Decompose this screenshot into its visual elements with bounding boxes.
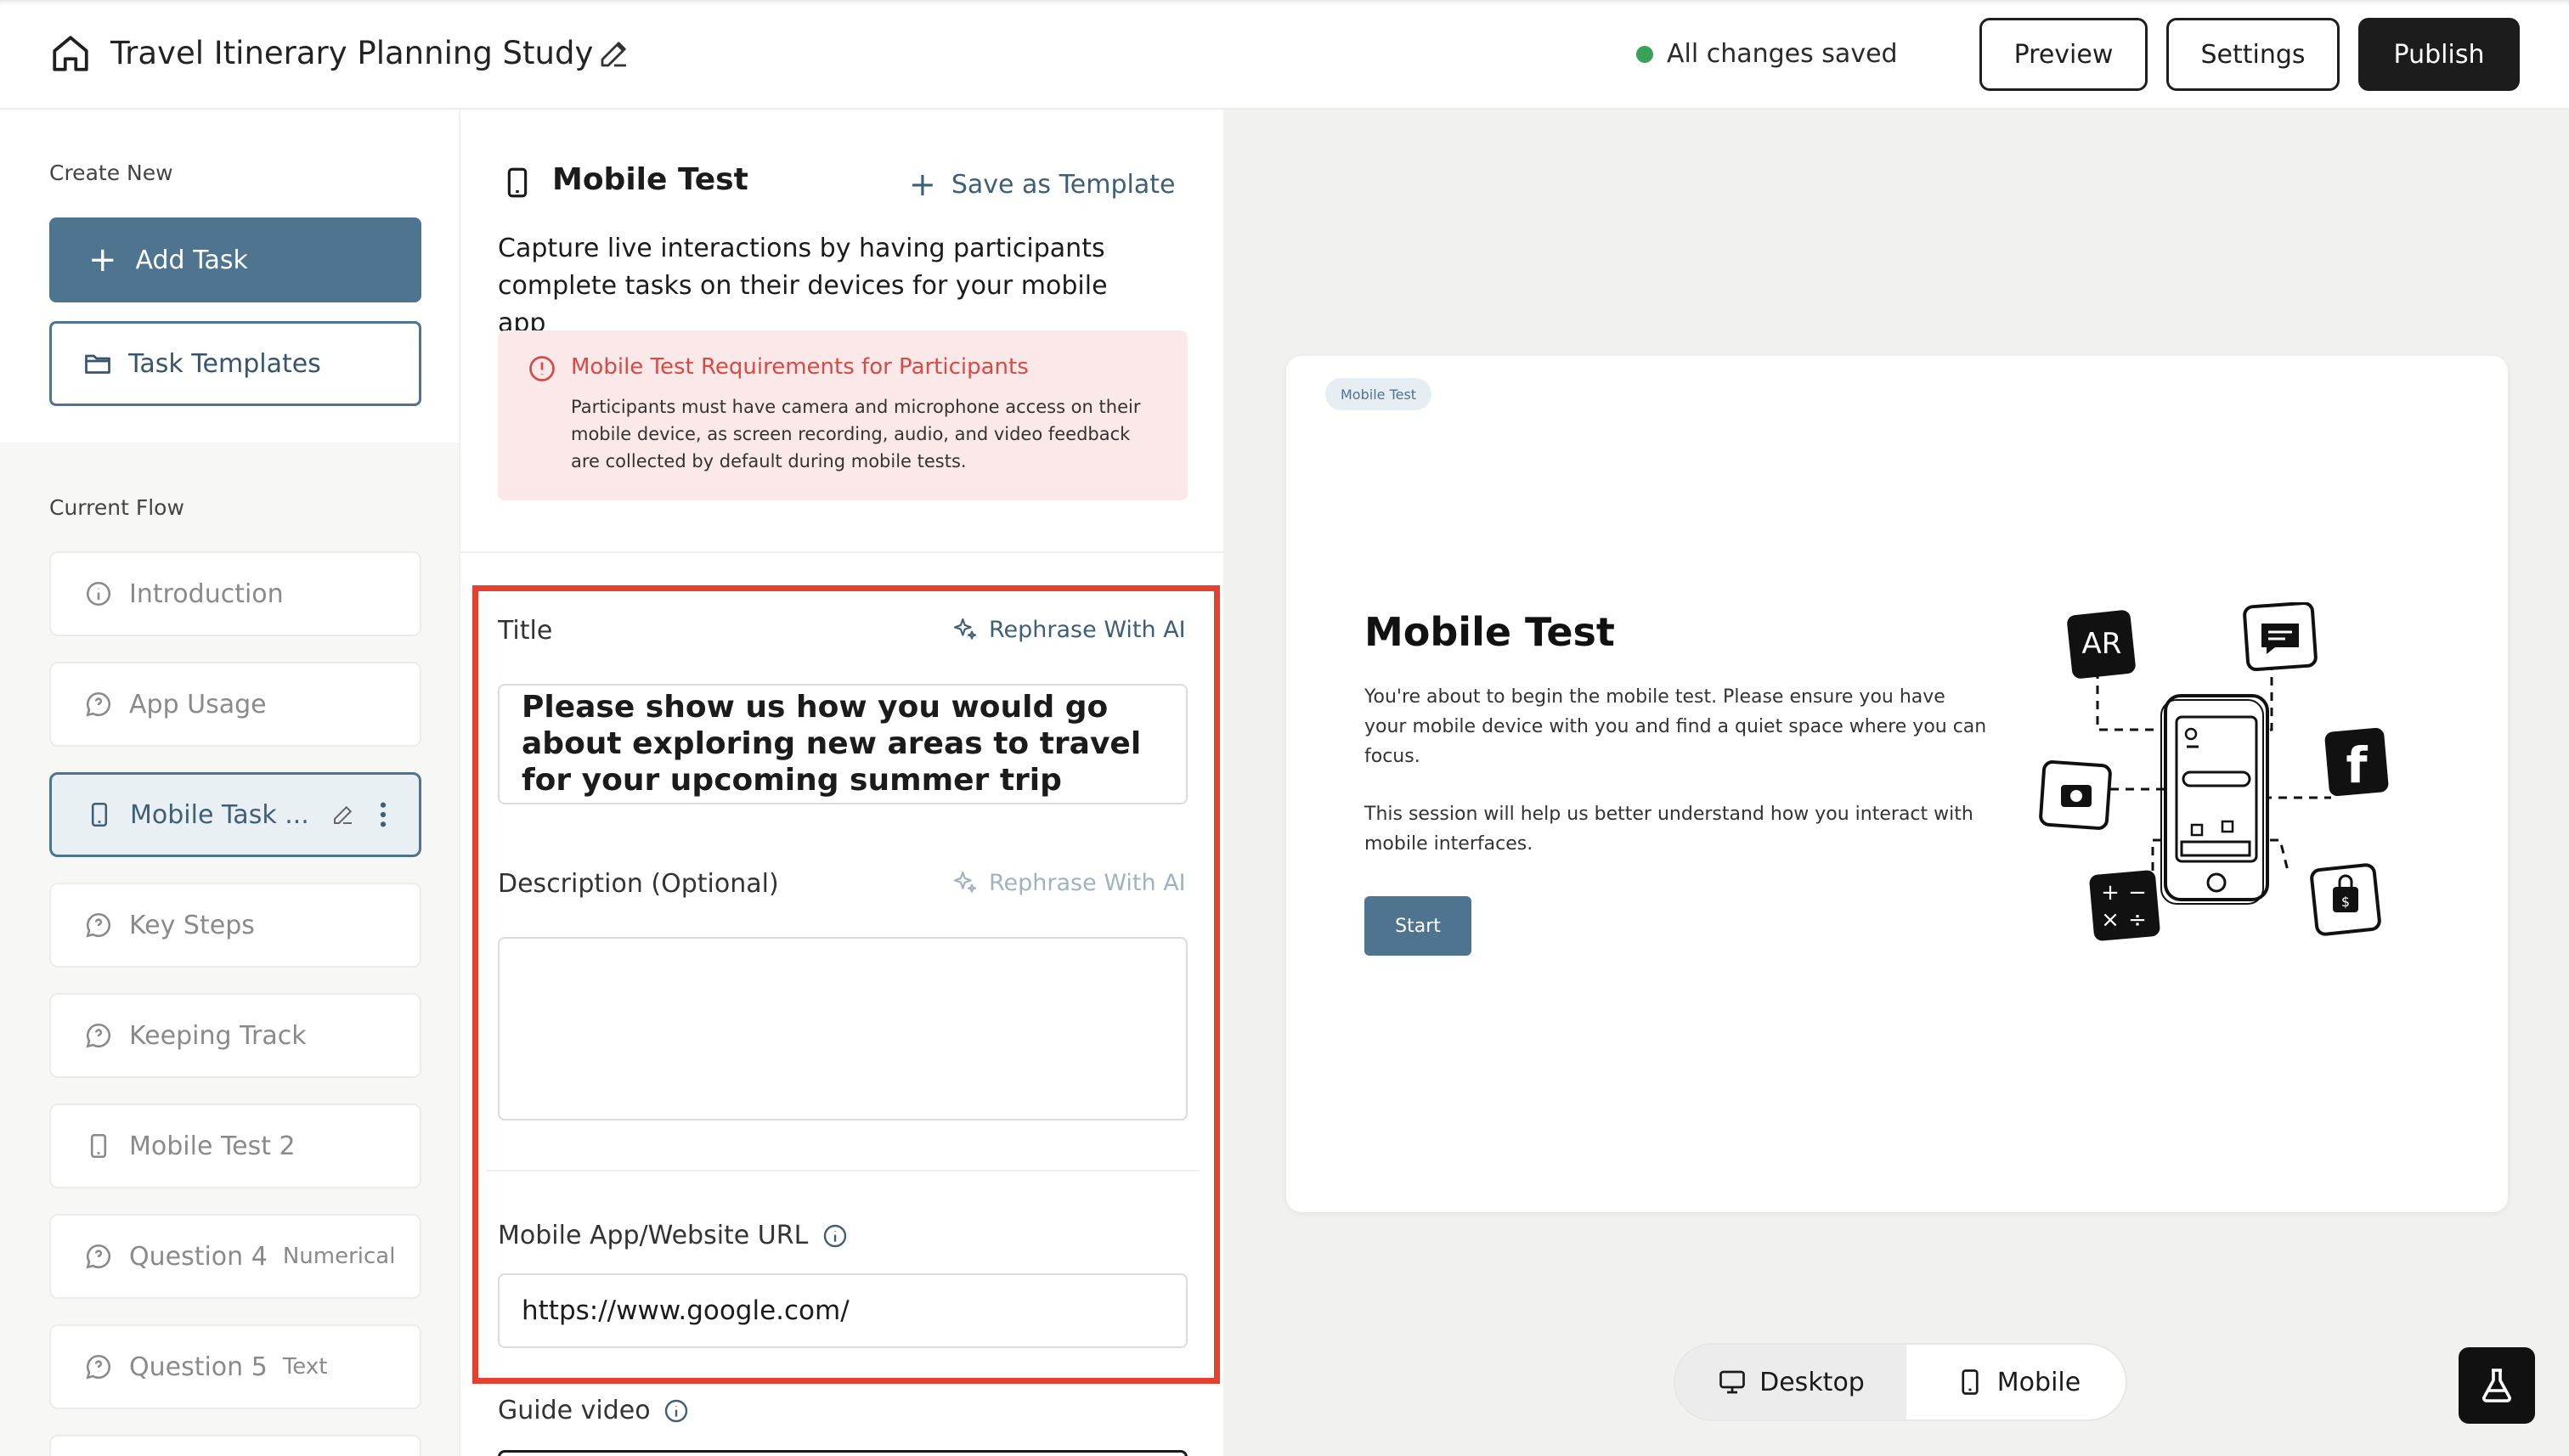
add-task-button[interactable]: + Add Task — [49, 217, 421, 302]
task-templates-button[interactable]: Task Templates — [49, 321, 421, 406]
flow-item-label: Keeping Track — [129, 1020, 307, 1051]
ar-app-icon: AR — [2067, 610, 2136, 679]
svg-text:$: $ — [2341, 894, 2350, 910]
guide-video-upload[interactable] — [498, 1450, 1188, 1456]
question-bubble-icon — [82, 1019, 116, 1052]
mobile-icon — [500, 163, 535, 206]
pencil-icon[interactable] — [330, 802, 356, 834]
flow-item-mobile-test-2[interactable]: Mobile Test 2 — [49, 1103, 421, 1188]
mobile-toggle-button[interactable]: Mobile — [1906, 1345, 2126, 1419]
flow-item-label: Question 5 — [129, 1352, 268, 1382]
sidebar: Create New + Add Task Task Templates Cur… — [0, 110, 459, 1456]
preview-title: Mobile Test — [1364, 609, 1615, 655]
svg-text:+: + — [2101, 880, 2120, 906]
question-bubble-icon — [82, 687, 116, 721]
lab-flask-button[interactable] — [2459, 1347, 2535, 1424]
flask-icon — [2482, 1369, 2511, 1402]
create-new-label: Create New — [49, 161, 173, 185]
flow-item-question-4[interactable]: Question 4 Numerical — [49, 1214, 421, 1299]
shopping-bag-app-icon: $ — [2310, 863, 2381, 936]
flow-item-label: Mobile Test 2 — [129, 1131, 296, 1161]
editor-heading: Mobile Test — [552, 162, 748, 197]
pencil-icon[interactable] — [596, 36, 632, 71]
ar-app-label: AR — [2082, 627, 2122, 661]
camera-app-icon — [2039, 760, 2112, 830]
preview-badge: Mobile Test — [1325, 378, 1432, 410]
preview-paragraph: You're about to begin the mobile test. P… — [1364, 686, 1987, 767]
flow-item-mobile-task[interactable]: Mobile Task ... — [49, 772, 421, 857]
editor-description: Capture live interactions by having part… — [498, 234, 1108, 338]
flow-item-question-5[interactable]: Question 5 Text — [49, 1324, 421, 1409]
flow-item-type: Numerical — [282, 1244, 396, 1269]
task-templates-label: Task Templates — [128, 348, 321, 379]
info-icon[interactable] — [663, 1397, 690, 1425]
requirements-alert: Mobile Test Requirements for Participant… — [498, 330, 1188, 500]
flow-item-label: Key Steps — [129, 910, 255, 940]
current-flow-label: Current Flow — [49, 495, 184, 520]
home-icon[interactable] — [49, 32, 92, 75]
svg-text:f: f — [2346, 736, 2368, 794]
mobile-icon — [1962, 1369, 1979, 1395]
alert-info-icon — [527, 353, 557, 387]
flow-item-label: Mobile Task ... — [130, 799, 309, 830]
flow-item-app-usage[interactable]: App Usage — [49, 662, 421, 747]
device-toggle: Desktop Mobile — [1674, 1343, 2127, 1421]
mobile-apps-illustration: AR f + − × ÷ $ — [2039, 602, 2389, 941]
calculator-app-icon: + − × ÷ — [2089, 870, 2160, 941]
guide-video-label: Guide video — [498, 1396, 651, 1425]
mobile-icon — [82, 798, 116, 832]
mobile-icon — [82, 1129, 116, 1163]
preview-button[interactable]: Preview — [1979, 18, 2148, 91]
saved-status-dot — [1636, 46, 1653, 63]
flow-item-keeping-track[interactable]: Keeping Track — [49, 993, 421, 1078]
plus-icon: + — [88, 240, 117, 279]
save-as-template-label: Save as Template — [951, 169, 1176, 200]
publish-button[interactable]: Publish — [2358, 18, 2520, 91]
question-bubble-icon — [82, 1350, 116, 1384]
desktop-label: Desktop — [1759, 1367, 1865, 1397]
flow-item-label: Introduction — [129, 578, 284, 609]
guide-video-label-row: Guide video — [498, 1396, 690, 1425]
facebook-app-icon: f — [2324, 727, 2389, 797]
flow-item-introduction[interactable]: Introduction — [49, 551, 421, 636]
flow-item-label: Question 4 — [129, 1241, 268, 1272]
folder-icon — [85, 354, 110, 374]
flow-item-key-steps[interactable]: Key Steps — [49, 883, 421, 968]
monitor-icon — [1719, 1370, 1745, 1394]
settings-button[interactable]: Settings — [2166, 18, 2340, 91]
highlight-box — [472, 585, 1220, 1384]
add-task-label: Add Task — [135, 245, 248, 275]
requirements-body: Participants must have camera and microp… — [571, 397, 1141, 471]
desktop-toggle-button[interactable]: Desktop — [1675, 1345, 1906, 1419]
preview-area: Mobile Test Mobile Test You're about to … — [1223, 110, 2569, 1456]
save-status: All changes saved — [1667, 39, 1898, 69]
chat-app-icon — [2243, 602, 2318, 672]
flow-item-label: App Usage — [129, 689, 267, 720]
flow-item-next[interactable] — [49, 1435, 421, 1456]
question-bubble-icon — [82, 908, 116, 942]
svg-text:÷: ÷ — [2128, 907, 2147, 933]
mobile-label: Mobile — [1996, 1367, 2081, 1397]
save-as-template-button[interactable]: + Save as Template — [909, 166, 1175, 203]
create-new-section: Create New + Add Task Task Templates — [0, 110, 459, 443]
svg-text:−: − — [2128, 880, 2147, 906]
flow-item-type: Text — [282, 1354, 328, 1380]
question-bubble-icon — [82, 1239, 116, 1273]
top-bar: Travel Itinerary Planning Study All chan… — [0, 0, 2569, 110]
study-title: Travel Itinerary Planning Study — [110, 35, 594, 71]
phone-icon — [2160, 694, 2269, 905]
preview-start-button[interactable]: Start — [1364, 896, 1471, 956]
task-editor: Mobile Test + Save as Template Capture l… — [459, 110, 1225, 1456]
preview-paragraph: This session will help us better underst… — [1364, 804, 1973, 855]
more-vertical-icon[interactable] — [378, 800, 388, 836]
divider — [460, 551, 1225, 553]
requirements-title: Mobile Test Requirements for Participant… — [571, 354, 1029, 380]
preview-card: Mobile Test Mobile Test You're about to … — [1286, 356, 2508, 1212]
info-icon — [82, 577, 116, 611]
svg-text:×: × — [2101, 907, 2120, 933]
plus-icon: + — [909, 166, 936, 203]
